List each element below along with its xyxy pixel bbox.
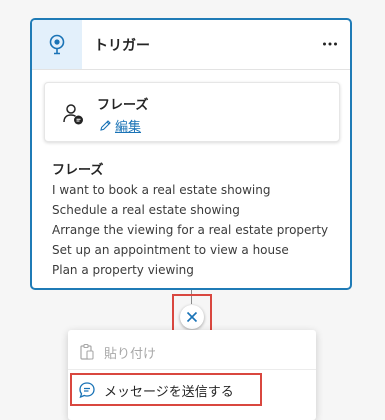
phrase-item: Plan a property viewing [52, 263, 194, 277]
clipboard-icon [78, 343, 96, 361]
phrases-list: フレーズ I want to book a real estate showin… [52, 159, 342, 280]
pencil-icon [100, 120, 111, 131]
phrase-item: Set up an appointment to view a house [52, 243, 289, 257]
person-chat-icon [63, 104, 83, 125]
edit-link[interactable]: 編集 [99, 116, 141, 135]
menu-item-send-message[interactable]: メッセージを送信する [68, 372, 316, 408]
menu-divider [68, 369, 316, 370]
trigger-pin-icon [49, 34, 65, 54]
more-horizontal-icon [323, 42, 337, 46]
node-header: トリガー [32, 20, 350, 70]
close-icon [186, 311, 198, 323]
chat-bubble-icon [78, 381, 96, 399]
trigger-card-title: フレーズ [97, 98, 149, 113]
close-add-node-button[interactable] [180, 305, 204, 329]
trigger-icon-box [32, 20, 82, 69]
edit-link-label: 編集 [115, 120, 142, 135]
phrase-trigger-card: フレーズ 編集 [44, 82, 340, 142]
node-title: トリガー [94, 38, 150, 54]
trigger-node[interactable]: トリガー フレーズ 編集 フレーズ I want to book a real … [30, 18, 352, 290]
phrases-title: フレーズ [52, 163, 104, 178]
phrase-item: Arrange the viewing for a real estate pr… [52, 223, 329, 237]
menu-item-paste-label: 貼り付け [104, 346, 157, 362]
more-options-button[interactable] [320, 34, 340, 54]
phrase-item: I want to book a real estate showing [52, 183, 271, 197]
menu-item-send-message-label: メッセージを送信する [104, 384, 234, 400]
phrase-item: Schedule a real estate showing [52, 203, 240, 217]
menu-item-paste[interactable]: 貼り付け [68, 334, 316, 370]
